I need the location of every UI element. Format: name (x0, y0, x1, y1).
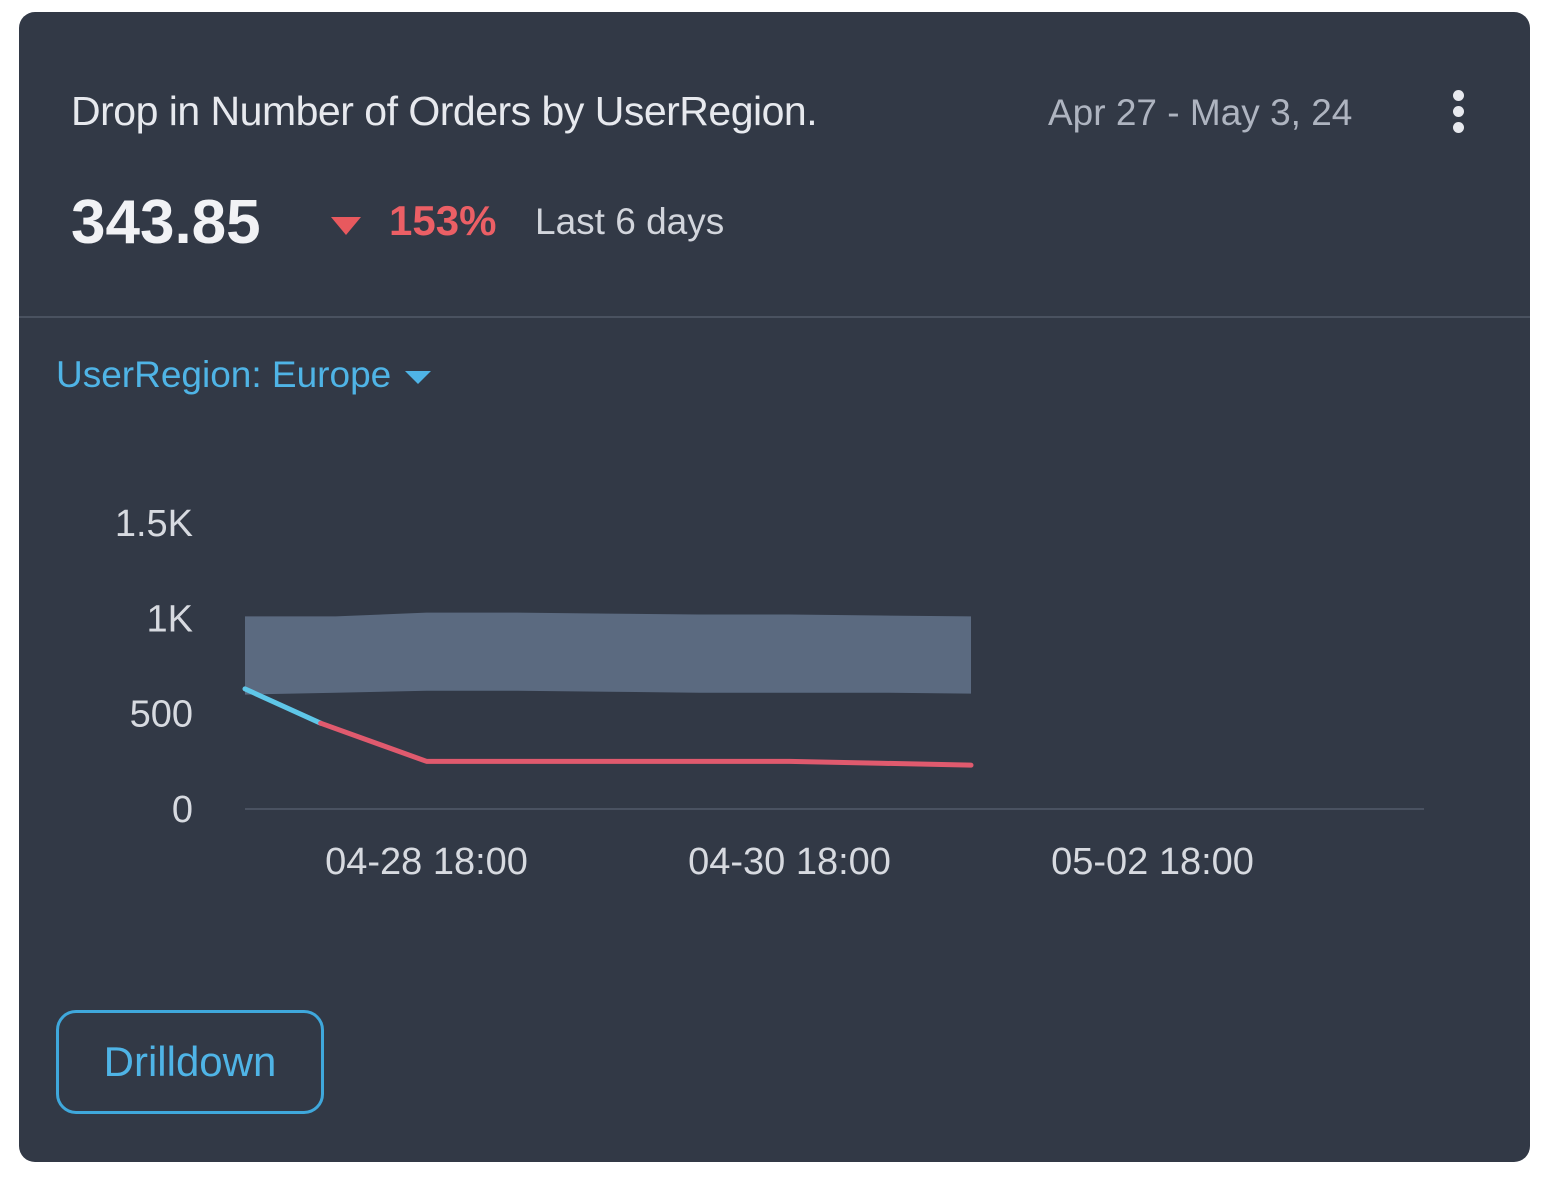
normal-line-segment (242, 686, 324, 726)
y-tick-label: 1K (147, 598, 193, 640)
drilldown-button[interactable]: Drilldown (56, 1010, 324, 1114)
down-arrow-icon (331, 217, 361, 235)
caret-down-icon (405, 370, 432, 384)
x-tick-label: 04-30 18:00 (688, 841, 891, 883)
date-range[interactable]: Apr 27 - May 3, 24 (1048, 92, 1352, 134)
change-percent: 153% (389, 197, 497, 244)
expected-range-band (245, 612, 971, 695)
anomaly-line-segment (318, 720, 974, 768)
y-tick-label: 0 (172, 789, 193, 831)
orders-chart: 0 500 1K 1.5K 04-28 18:00 04-30 18:00 05-02 18… (115, 503, 1424, 883)
y-tick-label: 500 (130, 694, 193, 736)
divider (19, 316, 1530, 318)
filter-label: UserRegion: Europe (56, 354, 392, 395)
y-tick-label: 1.5K (115, 503, 193, 545)
widget-title: Drop in Number of Orders by UserRegion. (71, 88, 818, 134)
x-tick-label: 04-28 18:00 (325, 841, 528, 883)
more-vertical-icon[interactable] (1444, 90, 1474, 134)
region-filter-dropdown[interactable]: UserRegion: Europe (56, 354, 432, 396)
x-tick-label: 05-02 18:00 (1051, 841, 1254, 883)
period-label: Last 6 days (535, 201, 725, 242)
anomaly-widget-card: Drop in Number of Orders by UserRegion. … (19, 12, 1530, 1162)
metric-value: 343.85 (71, 188, 261, 257)
